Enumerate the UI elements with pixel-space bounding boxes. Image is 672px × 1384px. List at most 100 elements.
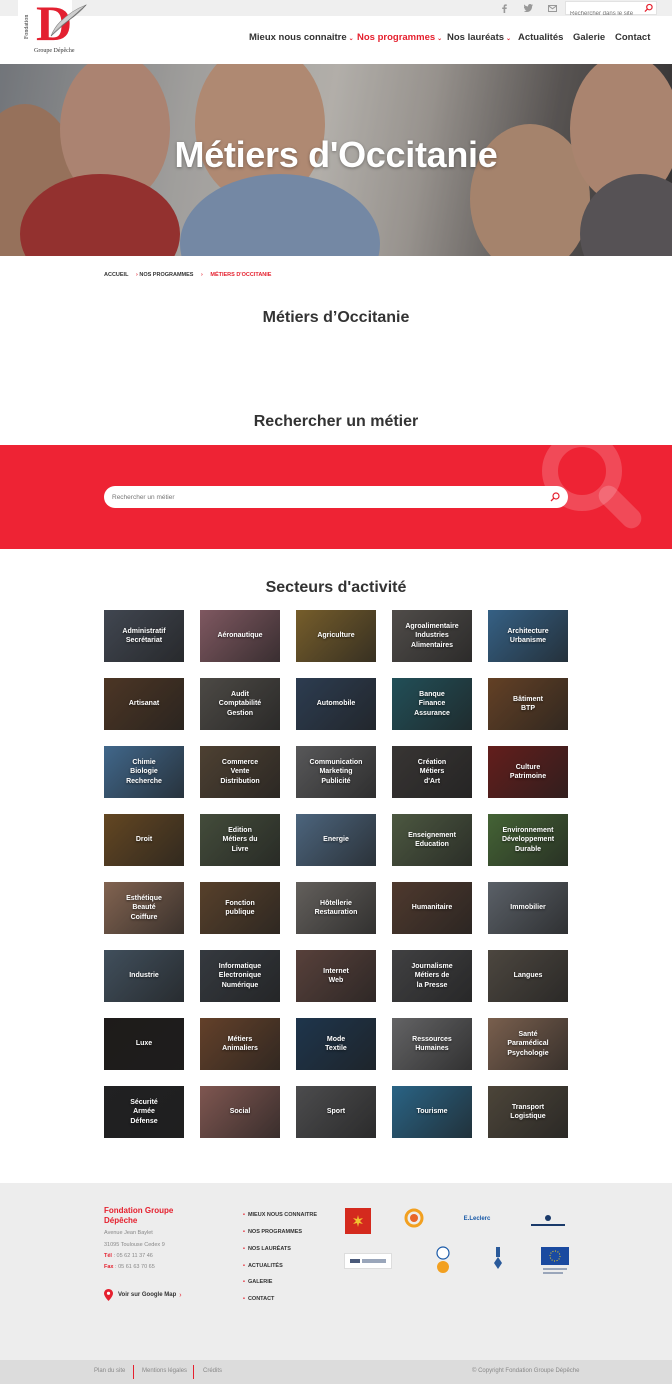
sector-tile[interactable]: Banque Finance Assurance bbox=[392, 678, 472, 730]
nav-item-galerie[interactable]: Galerie bbox=[573, 32, 605, 43]
sector-tile[interactable]: Internet Web bbox=[296, 950, 376, 1002]
job-search-input[interactable] bbox=[104, 486, 534, 509]
partner-logo-leclerc[interactable]: E.Leclerc bbox=[456, 1213, 498, 1225]
search-icon[interactable] bbox=[550, 492, 560, 502]
breadcrumb-nos-programmes[interactable]: NOS PROGRAMMES bbox=[139, 272, 199, 278]
footer-menu-item[interactable]: • NOS PROGRAMMES bbox=[243, 1229, 302, 1235]
copyright-text: © Copyright Fondation Groupe Dépêche bbox=[472, 1368, 580, 1374]
site-search-box[interactable] bbox=[565, 1, 657, 20]
sector-tile-label: Agriculture bbox=[317, 632, 355, 640]
sector-tile[interactable]: Chimie Biologie Recherche bbox=[104, 746, 184, 798]
sector-tile[interactable]: Social bbox=[200, 1086, 280, 1138]
sector-tile-label: Droit bbox=[135, 836, 153, 844]
footer-menu-item[interactable]: • MIEUX NOUS CONNAITRE bbox=[243, 1212, 317, 1218]
sector-tile[interactable]: Sport bbox=[296, 1086, 376, 1138]
facebook-icon[interactable] bbox=[497, 2, 511, 14]
nav-item-contact[interactable]: Contact bbox=[615, 32, 650, 43]
breadcrumb-home[interactable]: ACCUEIL bbox=[104, 272, 134, 278]
sector-tile[interactable]: Journalisme Métiers de la Presse bbox=[392, 950, 472, 1002]
sector-tile[interactable]: Enseignement Education bbox=[392, 814, 472, 866]
bullet-icon: • bbox=[243, 1296, 245, 1302]
nav-item-actualites[interactable]: Actualités bbox=[518, 32, 563, 43]
sector-tile[interactable]: Commerce Vente Distribution bbox=[200, 746, 280, 798]
sector-tile[interactable]: Fonction publique bbox=[200, 882, 280, 934]
sector-tile[interactable]: Agriculture bbox=[296, 610, 376, 662]
google-map-link[interactable]: Voir sur Google Map › bbox=[104, 1289, 182, 1301]
sector-tile-label: Banque Finance Assurance bbox=[414, 690, 450, 717]
footer-menu-item[interactable]: • NOS LAURÉATS bbox=[243, 1246, 291, 1252]
breadcrumb-current: MÉTIERS D'OCCITANIE bbox=[210, 272, 272, 278]
sector-tile-label: Internet Web bbox=[323, 967, 349, 984]
sector-tile[interactable]: Sécurité Armée Défense bbox=[104, 1086, 184, 1138]
sector-tile[interactable]: Création Métiers d'Art bbox=[392, 746, 472, 798]
footer-menu-item[interactable]: • GALERIE bbox=[243, 1279, 272, 1285]
sector-tile[interactable]: Humanitaire bbox=[392, 882, 472, 934]
hero-title: Métiers d'Occitanie bbox=[174, 134, 498, 175]
sector-tile[interactable]: Immobilier bbox=[488, 882, 568, 934]
site-logo[interactable]: Fondation D Groupe Dépêche bbox=[22, 0, 88, 58]
partner-logo-union-europeenne[interactable] bbox=[541, 1247, 569, 1275]
footer-menu-item[interactable]: • ACTUALITÉS bbox=[243, 1263, 283, 1269]
sector-tile-label: Langues bbox=[513, 972, 543, 980]
chevron-down-icon: ⌄ bbox=[437, 36, 443, 42]
sector-tile[interactable]: Langues bbox=[488, 950, 568, 1002]
breadcrumb-separator: › bbox=[200, 272, 203, 278]
sector-tile[interactable]: Edition Métiers du Livre bbox=[200, 814, 280, 866]
sector-tile[interactable]: Santé Paramédical Psychologie bbox=[488, 1018, 568, 1070]
bullet-icon: • bbox=[243, 1263, 245, 1269]
sector-tile[interactable]: Aéronautique bbox=[200, 610, 280, 662]
sector-tile[interactable]: Environnement Développement Durable bbox=[488, 814, 568, 866]
sector-tile[interactable]: Esthétique Beauté Coiffure bbox=[104, 882, 184, 934]
sector-tile[interactable]: Tourisme bbox=[392, 1086, 472, 1138]
sector-tile[interactable]: Administratif Secrétariat bbox=[104, 610, 184, 662]
partner-logo-culture[interactable] bbox=[432, 1245, 454, 1275]
sector-tile[interactable]: Transport Logistique bbox=[488, 1086, 568, 1138]
sector-tile[interactable]: Artisanat bbox=[104, 678, 184, 730]
sector-tile[interactable]: Audit Comptabilité Gestion bbox=[200, 678, 280, 730]
sector-tile[interactable]: Automobile bbox=[296, 678, 376, 730]
footer-address-line: Avenue Jean Baylet bbox=[104, 1230, 153, 1236]
sector-tile-label: Immobilier bbox=[510, 904, 546, 912]
credits-link[interactable]: Crédits bbox=[203, 1368, 222, 1374]
sector-tile[interactable]: Communication Marketing Publicité bbox=[296, 746, 376, 798]
site-footer: Fondation Groupe Dépêche Avenue Jean Bay… bbox=[0, 1183, 672, 1360]
legal-notice-link[interactable]: Mentions légales bbox=[142, 1368, 187, 1374]
sector-tile[interactable]: Industrie bbox=[104, 950, 184, 1002]
sector-tile[interactable]: Informatique Electronique Numérique bbox=[200, 950, 280, 1002]
sector-tile[interactable]: Droit bbox=[104, 814, 184, 866]
footer-org-name: Fondation Groupe Dépêche bbox=[104, 1206, 174, 1226]
nav-item-nos-laureats[interactable]: Nos lauréats ⌄ bbox=[447, 32, 511, 43]
sector-tile[interactable]: Mode Textile bbox=[296, 1018, 376, 1070]
sector-tile[interactable]: Luxe bbox=[104, 1018, 184, 1070]
partner-logo-pierre-fabre[interactable] bbox=[528, 1214, 568, 1228]
email-icon[interactable] bbox=[545, 2, 559, 14]
sector-tile[interactable]: Bâtiment BTP bbox=[488, 678, 568, 730]
sector-tile-label: Commerce Vente Distribution bbox=[220, 758, 260, 785]
footer-fax: Fax : 05 61 63 70 65 bbox=[104, 1264, 155, 1270]
nav-item-nos-programmes[interactable]: Nos programmes ⌄ bbox=[357, 32, 442, 43]
sector-tile[interactable]: Culture Patrimoine bbox=[488, 746, 568, 798]
footer-phone: Tél : 05 62 11 37 46 bbox=[104, 1253, 153, 1259]
sector-tile[interactable]: Ressources Humaines bbox=[392, 1018, 472, 1070]
nav-item-mieux-nous-connaitre[interactable]: Mieux nous connaitre ⌄ bbox=[249, 32, 354, 43]
job-search-field[interactable] bbox=[104, 486, 568, 509]
sector-tile[interactable]: Hôtellerie Restauration bbox=[296, 882, 376, 934]
bullet-icon: • bbox=[243, 1279, 245, 1285]
partner-logo-sdro[interactable] bbox=[344, 1253, 392, 1269]
partner-logo-occitanie[interactable] bbox=[345, 1208, 371, 1234]
partner-logo-ordre[interactable] bbox=[492, 1247, 504, 1275]
partner-logo-harmonie[interactable] bbox=[403, 1206, 425, 1230]
medal-icon bbox=[494, 1247, 502, 1269]
sector-tile[interactable]: Agroalimentaire Industries Alimentaires bbox=[392, 610, 472, 662]
footer-menu-item[interactable]: • CONTACT bbox=[243, 1296, 274, 1302]
chevron-down-icon: ⌄ bbox=[506, 36, 512, 42]
sitemap-link[interactable]: Plan du site bbox=[94, 1368, 125, 1374]
sector-tile[interactable]: Energie bbox=[296, 814, 376, 866]
sector-tile[interactable]: Architecture Urbanisme bbox=[488, 610, 568, 662]
chevron-down-icon: ⌄ bbox=[348, 36, 354, 42]
sector-tile-label: Enseignement Education bbox=[408, 831, 456, 848]
search-icon[interactable] bbox=[644, 3, 653, 13]
sector-tile[interactable]: Métiers Animaliers bbox=[200, 1018, 280, 1070]
twitter-icon[interactable] bbox=[521, 2, 535, 14]
site-search-input[interactable] bbox=[566, 8, 642, 20]
